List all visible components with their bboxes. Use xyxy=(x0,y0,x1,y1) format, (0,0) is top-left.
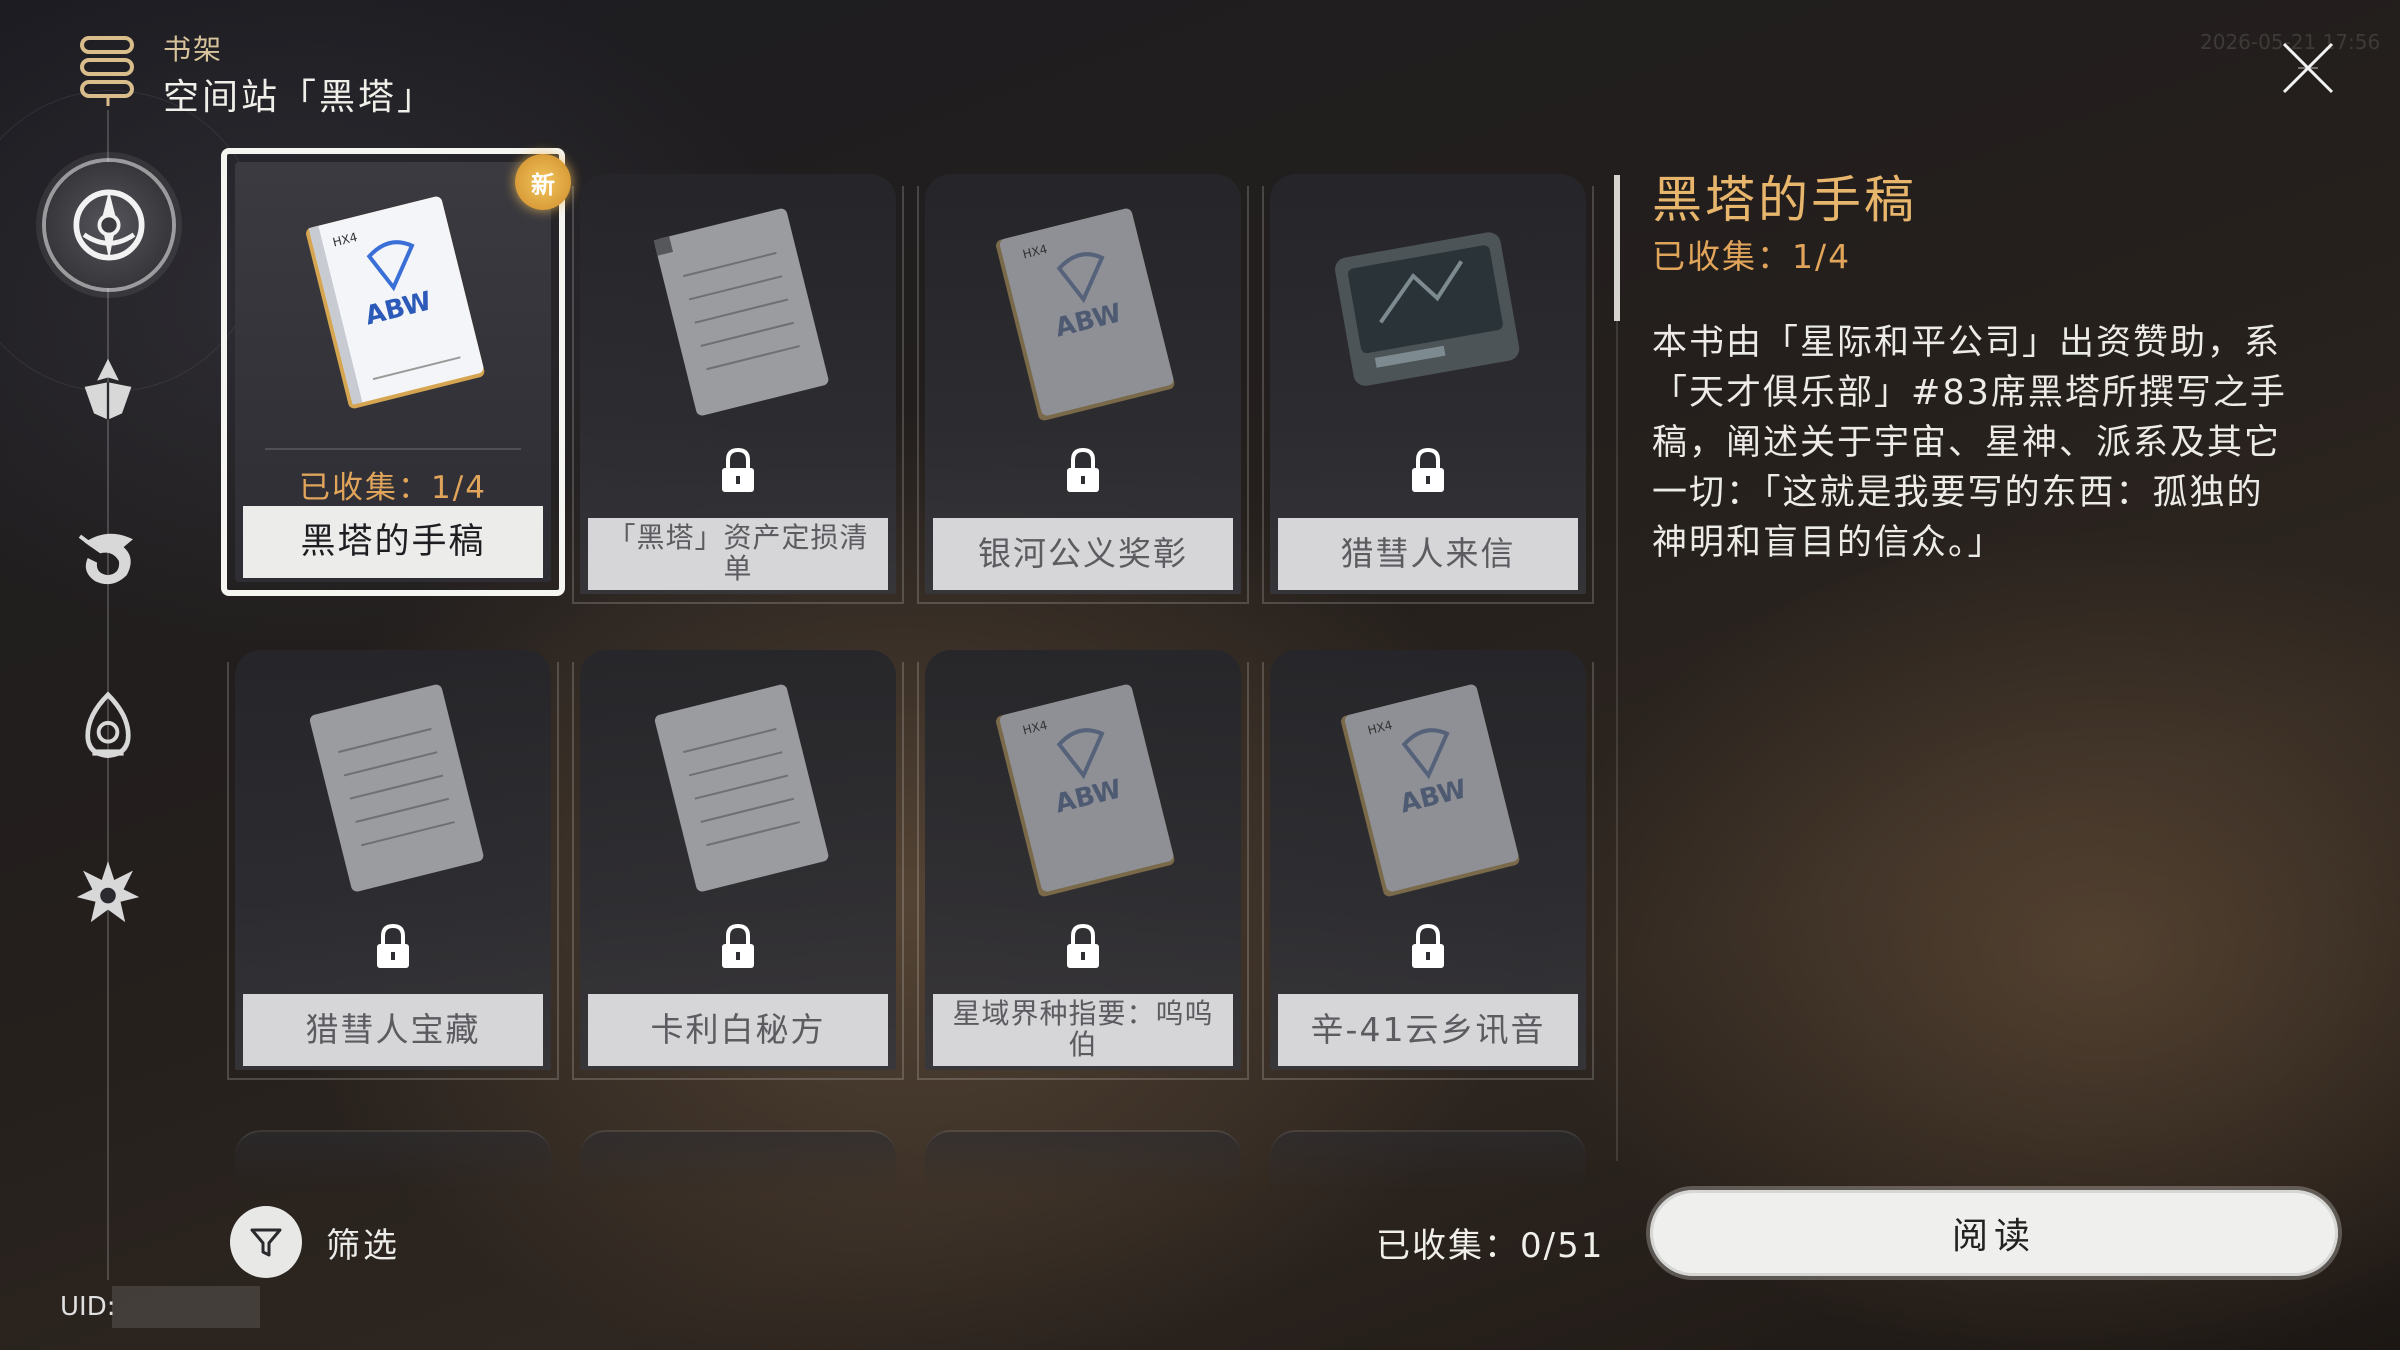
book-card-hertas-manuscript[interactable]: HX4 ABW 新 已收集：1/4 黑塔的手稿 xyxy=(221,148,571,596)
book-card-partial[interactable] xyxy=(580,1130,896,1192)
lock-icon xyxy=(1067,924,1099,968)
book-card-xin41-cloud-message[interactable]: HX4 ABW 辛-41云乡讯音 xyxy=(1262,650,1594,1080)
book-cover-image xyxy=(309,684,484,892)
book-card-partial[interactable] xyxy=(1270,1130,1586,1192)
book-cover-image: HX4 ABW xyxy=(1341,684,1520,897)
book-title: 银河公义奖彰 xyxy=(933,518,1233,590)
sidebar-item-lantern[interactable] xyxy=(58,676,158,776)
book-title: 辛-41云乡讯音 xyxy=(1278,994,1578,1066)
sidebar-item-compass[interactable] xyxy=(46,162,172,288)
uid-value-masked xyxy=(112,1286,260,1328)
scroll-track xyxy=(1616,321,1618,1161)
book-card-asset-loss-list[interactable]: 「黑塔」资产定损清单 xyxy=(572,174,904,604)
dragon-emblem-icon xyxy=(78,533,133,585)
book-title: 「黑塔」资产定损清单 xyxy=(588,518,888,590)
book-title: 卡利白秘方 xyxy=(588,994,888,1066)
book-card-comet-hunter-treasure[interactable]: 猎彗人宝藏 xyxy=(227,650,559,1080)
book-cover-image: HX4 ABW xyxy=(996,208,1175,421)
book-title: 黑塔的手稿 xyxy=(243,506,543,578)
book-title: 猎彗人宝藏 xyxy=(243,994,543,1066)
book-title: 猎彗人来信 xyxy=(1278,518,1578,590)
spiky-star-emblem-icon xyxy=(76,861,140,923)
detail-description: 本书由「星际和平公司」出资赞助，系「天才俱乐部」#83席黑塔所撰写之手稿，阐述关… xyxy=(1652,323,2287,563)
book-cover-image xyxy=(653,208,829,416)
book-card-galactic-justice[interactable]: HX4 ABW 银河公义奖彰 xyxy=(917,174,1249,604)
book-collected-count: 已收集：1/4 xyxy=(299,470,487,506)
filter-icon xyxy=(250,1228,282,1257)
detail-title: 黑塔的手稿 xyxy=(1652,171,1917,229)
book-title: 星域界种指要：呜呜伯 xyxy=(933,994,1233,1066)
detail-collected-count: 已收集：1/4 xyxy=(1652,237,1852,276)
crystal-flower-emblem-icon xyxy=(84,358,132,420)
book-card-comet-hunter-letter[interactable]: 猎彗人来信 xyxy=(1262,174,1594,604)
book-card-partial[interactable] xyxy=(235,1130,551,1192)
total-collected-count: 已收集：0/51 xyxy=(1376,1226,1605,1266)
breadcrumb-category: 书架 xyxy=(163,33,224,66)
filter-label: 筛选 xyxy=(326,1225,400,1266)
lock-icon xyxy=(1067,448,1099,492)
book-cover-image: HX4 ABW xyxy=(306,196,485,409)
lock-icon xyxy=(377,924,409,968)
scrollbar-thumb[interactable] xyxy=(1614,175,1620,321)
book-cover-image xyxy=(1335,232,1520,386)
close-icon xyxy=(2282,42,2334,94)
sidebar-item-star[interactable] xyxy=(58,844,158,944)
book-card-star-species-guide[interactable]: HX4 ABW 星域界种指要：呜呜伯 xyxy=(917,650,1249,1080)
flame-lantern-emblem-icon xyxy=(85,691,131,758)
lock-icon xyxy=(722,448,754,492)
read-button[interactable]: 阅读 xyxy=(1650,1190,2338,1276)
filter-button[interactable]: 筛选 xyxy=(230,1206,400,1278)
page-title: 空间站「黑塔」 xyxy=(163,77,437,118)
book-card-kalibai-recipe[interactable]: 卡利白秘方 xyxy=(572,650,904,1080)
compass-emblem-icon xyxy=(73,189,145,261)
sidebar-item-dragon[interactable] xyxy=(58,508,158,608)
close-button[interactable] xyxy=(2276,36,2340,100)
book-card-partial[interactable] xyxy=(925,1130,1241,1192)
book-cover-image xyxy=(654,684,829,892)
lock-icon xyxy=(1412,924,1444,968)
sidebar-item-crystal[interactable] xyxy=(58,340,158,440)
new-badge: 新 xyxy=(515,154,571,210)
uid-label: UID: xyxy=(60,1292,116,1322)
lock-icon xyxy=(1412,448,1444,492)
lock-icon xyxy=(722,924,754,968)
book-cover-image: HX4 ABW xyxy=(996,684,1175,897)
